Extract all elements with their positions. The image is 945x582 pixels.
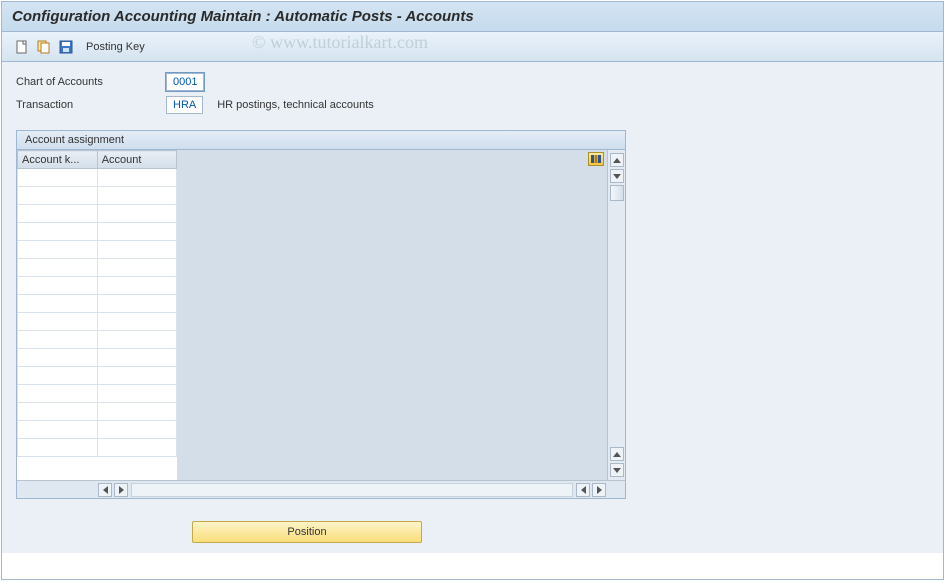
table-row[interactable] (18, 169, 177, 187)
cell-account-key[interactable] (18, 421, 98, 439)
table-row[interactable] (18, 367, 177, 385)
scroll-up-icon[interactable] (610, 153, 624, 167)
cell-account-key[interactable] (18, 313, 98, 331)
column-header-account[interactable]: Account (97, 151, 176, 169)
table-row[interactable] (18, 385, 177, 403)
scroll-up-bottom-icon[interactable] (610, 447, 624, 461)
table-row[interactable] (18, 421, 177, 439)
chart-of-accounts-row: Chart of Accounts 0001 (16, 72, 929, 92)
cell-account[interactable] (97, 277, 176, 295)
table-row[interactable] (18, 277, 177, 295)
transaction-label: Transaction (16, 99, 166, 111)
posting-key-button[interactable]: Posting Key (86, 41, 145, 53)
content-main: Account assignment Account k... Account (2, 124, 943, 513)
cell-account[interactable] (97, 421, 176, 439)
cell-account[interactable] (97, 385, 176, 403)
table-row[interactable] (18, 439, 177, 457)
cell-account-key[interactable] (18, 367, 98, 385)
vertical-scrollbar[interactable] (607, 150, 625, 480)
table-row[interactable] (18, 349, 177, 367)
cell-account-key[interactable] (18, 331, 98, 349)
table-row[interactable] (18, 205, 177, 223)
scroll-right-end-icon[interactable] (592, 483, 606, 497)
cell-account[interactable] (97, 403, 176, 421)
cell-account[interactable] (97, 439, 176, 457)
window-title: Configuration Accounting Maintain : Auto… (2, 2, 943, 32)
grid-empty-area (177, 150, 607, 480)
scroll-down-icon[interactable] (610, 169, 624, 183)
cell-account[interactable] (97, 241, 176, 259)
cell-account-key[interactable] (18, 403, 98, 421)
app-window: Configuration Accounting Maintain : Auto… (1, 1, 944, 580)
cell-account[interactable] (97, 223, 176, 241)
table-row[interactable] (18, 313, 177, 331)
cell-account-key[interactable] (18, 385, 98, 403)
table-row[interactable] (18, 223, 177, 241)
table-row[interactable] (18, 187, 177, 205)
panel-body: Account k... Account (17, 150, 625, 480)
scroll-left-end-icon[interactable] (576, 483, 590, 497)
scroll-thumb[interactable] (610, 185, 624, 201)
cell-account[interactable] (97, 259, 176, 277)
table-row[interactable] (18, 259, 177, 277)
chart-of-accounts-label: Chart of Accounts (16, 76, 166, 88)
cell-account-key[interactable] (18, 259, 98, 277)
cell-account[interactable] (97, 169, 176, 187)
table-row[interactable] (18, 295, 177, 313)
cell-account-key[interactable] (18, 241, 98, 259)
table-row[interactable] (18, 403, 177, 421)
grid-table-wrap: Account k... Account (17, 150, 177, 480)
account-grid[interactable]: Account k... Account (17, 150, 177, 457)
cell-account-key[interactable] (18, 277, 98, 295)
chart-of-accounts-field[interactable]: 0001 (166, 73, 204, 91)
account-assignment-panel: Account assignment Account k... Account (16, 130, 626, 499)
cell-account-key[interactable] (18, 223, 98, 241)
hscroll-track[interactable] (131, 483, 573, 497)
scroll-right-icon[interactable] (114, 483, 128, 497)
cell-account-key[interactable] (18, 295, 98, 313)
cell-account[interactable] (97, 331, 176, 349)
scroll-down-bottom-icon[interactable] (610, 463, 624, 477)
horizontal-scrollbar[interactable] (17, 480, 625, 498)
column-header-account-key[interactable]: Account k... (18, 151, 98, 169)
transaction-description: HR postings, technical accounts (217, 99, 374, 111)
transaction-field[interactable]: HRA (166, 96, 203, 114)
position-button[interactable]: Position (192, 521, 422, 543)
table-row[interactable] (18, 241, 177, 259)
cell-account[interactable] (97, 313, 176, 331)
cell-account[interactable] (97, 367, 176, 385)
scroll-left-icon[interactable] (98, 483, 112, 497)
copy-icon[interactable] (34, 37, 54, 57)
cell-account-key[interactable] (18, 205, 98, 223)
cell-account[interactable] (97, 205, 176, 223)
cell-account-key[interactable] (18, 349, 98, 367)
cell-account[interactable] (97, 187, 176, 205)
table-settings-icon[interactable] (588, 152, 604, 166)
toolbar: Posting Key (2, 32, 943, 62)
cell-account-key[interactable] (18, 169, 98, 187)
cell-account[interactable] (97, 295, 176, 313)
new-document-icon[interactable] (12, 37, 32, 57)
cell-account-key[interactable] (18, 439, 98, 457)
panel-title: Account assignment (17, 131, 625, 150)
table-row[interactable] (18, 331, 177, 349)
cell-account[interactable] (97, 349, 176, 367)
save-icon[interactable] (56, 37, 76, 57)
footer-row: Position (2, 513, 943, 553)
form-area: Chart of Accounts 0001 Transaction HRA H… (2, 62, 943, 124)
cell-account-key[interactable] (18, 187, 98, 205)
transaction-row: Transaction HRA HR postings, technical a… (16, 95, 929, 115)
